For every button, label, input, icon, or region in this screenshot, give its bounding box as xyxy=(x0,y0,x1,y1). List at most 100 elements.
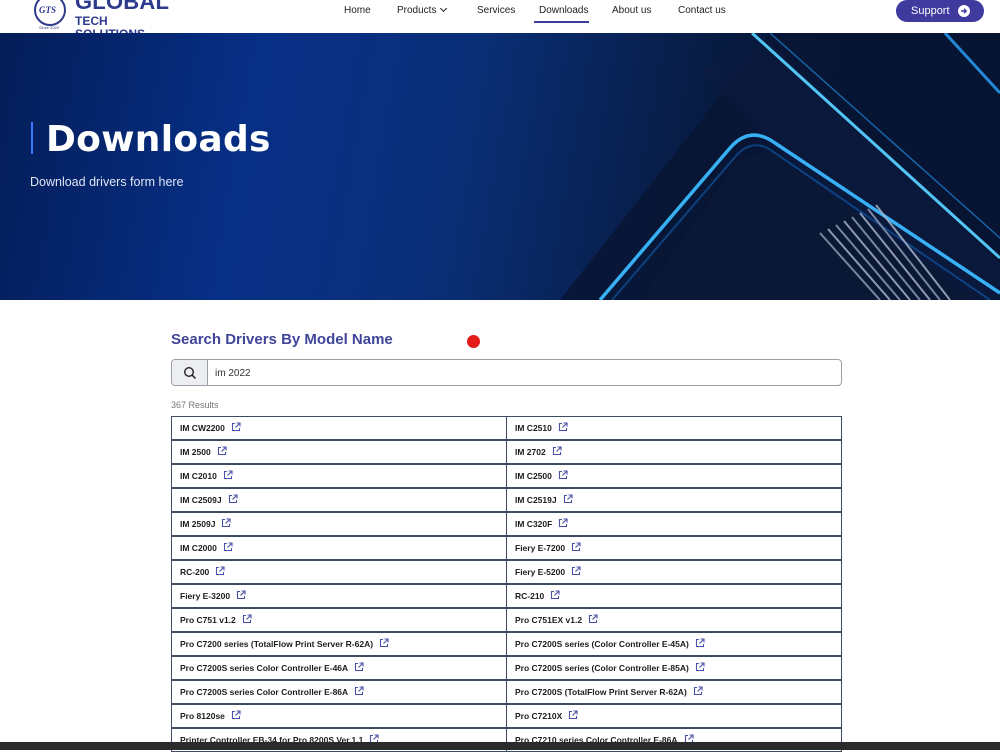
driver-link[interactable]: IM 2702 xyxy=(506,440,842,464)
external-link-icon xyxy=(354,662,364,674)
driver-link[interactable]: Pro C7210X xyxy=(506,704,842,728)
red-dot-marker xyxy=(467,335,480,348)
hero-background-graphic xyxy=(560,33,1000,300)
driver-link[interactable]: IM CW2200 xyxy=(171,416,507,440)
external-link-icon xyxy=(568,710,578,722)
driver-link[interactable]: Pro C7200S series Color Controller E-46A xyxy=(171,656,507,680)
driver-link[interactable]: Pro C7200S series (Color Controller E-45… xyxy=(506,632,842,656)
driver-link[interactable]: Pro C7200S series (Color Controller E-85… xyxy=(506,656,842,680)
driver-link[interactable]: Fiery E-7200 xyxy=(506,536,842,560)
driver-link[interactable]: RC-200 xyxy=(171,560,507,584)
logo-since: Since 2022 xyxy=(39,25,60,30)
arrow-right-circle-icon xyxy=(958,5,970,17)
logo-title: GLOBAL xyxy=(75,0,170,14)
driver-link[interactable]: IM 2509J xyxy=(171,512,507,536)
brand-logo[interactable]: GTS Since 2022 GLOBAL TECH SOLUTIONS xyxy=(34,0,174,41)
driver-model-name: Pro C751 v1.2 xyxy=(180,615,236,625)
driver-link[interactable]: IM C2509J xyxy=(171,488,507,512)
driver-model-name: IM 2702 xyxy=(515,447,546,457)
driver-link[interactable]: Pro C7200S series Color Controller E-86A xyxy=(171,680,507,704)
driver-link[interactable]: IM C2510 xyxy=(506,416,842,440)
driver-model-name: Pro C751EX v1.2 xyxy=(515,615,583,625)
driver-link[interactable]: IM C2500 xyxy=(506,464,842,488)
driver-model-name: RC-200 xyxy=(180,567,210,577)
driver-model-name: IM C2000 xyxy=(180,543,217,553)
page-subtitle: Download drivers form here xyxy=(30,175,184,189)
driver-link[interactable]: Fiery E-3200 xyxy=(171,584,507,608)
driver-link[interactable]: IM C320F xyxy=(506,512,842,536)
driver-model-name: IM C2500 xyxy=(515,471,552,481)
external-link-icon xyxy=(223,542,233,554)
external-link-icon xyxy=(552,446,562,458)
driver-model-name: IM 2509J xyxy=(180,519,216,529)
driver-model-name: Pro C7200S series Color Controller E-46A xyxy=(180,663,349,673)
driver-link[interactable]: IM C2519J xyxy=(506,488,842,512)
driver-model-name: IM CW2200 xyxy=(180,423,225,433)
external-link-icon xyxy=(217,446,227,458)
search-icon xyxy=(183,366,197,380)
driver-link[interactable]: Pro C7200S (TotalFlow Print Server R-62A… xyxy=(506,680,842,704)
driver-model-name: Fiery E-7200 xyxy=(515,543,566,553)
bottom-taskbar xyxy=(0,742,1000,750)
logo-emblem-text: GTS xyxy=(39,5,57,15)
external-link-icon xyxy=(695,662,705,674)
driver-model-name: Pro C7200S series (Color Controller E-85… xyxy=(515,663,689,673)
driver-model-name: Pro C7210X xyxy=(515,711,563,721)
external-link-icon xyxy=(588,614,598,626)
driver-link[interactable]: IM 2500 xyxy=(171,440,507,464)
driver-link[interactable]: Pro C751EX v1.2 xyxy=(506,608,842,632)
driver-link[interactable]: IM C2010 xyxy=(171,464,507,488)
external-link-icon xyxy=(231,422,241,434)
external-link-icon xyxy=(242,614,252,626)
hero-accent-bar xyxy=(31,122,33,154)
page-title: Downloads xyxy=(46,119,271,160)
driver-link[interactable]: Pro 8120se xyxy=(171,704,507,728)
support-label: Support xyxy=(911,5,950,17)
external-link-icon xyxy=(221,518,232,530)
driver-link[interactable]: IM C2000 xyxy=(171,536,507,560)
external-link-icon xyxy=(215,566,225,578)
driver-model-name: IM C320F xyxy=(515,519,553,529)
driver-model-name: Pro C7200 series (TotalFlow Print Server… xyxy=(180,639,374,649)
driver-model-name: IM C2519J xyxy=(515,495,557,505)
nav-about-us[interactable]: About us xyxy=(612,5,651,16)
chevron-down-icon xyxy=(440,4,448,13)
external-link-icon xyxy=(571,542,581,554)
driver-model-name: IM C2010 xyxy=(180,471,217,481)
driver-model-name: Fiery E-5200 xyxy=(515,567,566,577)
driver-model-name: Pro C7200S (TotalFlow Print Server R-62A… xyxy=(515,687,687,697)
nav-contact-us[interactable]: Contact us xyxy=(678,5,726,16)
external-link-icon xyxy=(223,470,233,482)
logo-emblem: GTS xyxy=(34,0,66,26)
driver-model-name: Pro 8120se xyxy=(180,711,225,721)
nav-services[interactable]: Services xyxy=(477,5,515,16)
nav-home[interactable]: Home xyxy=(344,5,371,16)
driver-model-name: Pro C7200S series (Color Controller E-45… xyxy=(515,639,689,649)
external-link-icon xyxy=(236,590,246,602)
driver-model-name: IM C2509J xyxy=(180,495,222,505)
search-box xyxy=(171,359,842,386)
hero-banner: Downloads Download drivers form here xyxy=(0,33,1000,300)
external-link-icon xyxy=(693,686,703,698)
external-link-icon xyxy=(354,686,364,698)
external-link-icon xyxy=(695,638,705,650)
nav-products[interactable]: Products xyxy=(397,4,448,16)
support-button[interactable]: Support xyxy=(896,0,984,22)
external-link-icon xyxy=(379,638,389,650)
driver-model-name: RC-210 xyxy=(515,591,545,601)
nav-downloads[interactable]: Downloads xyxy=(539,5,588,16)
driver-link[interactable]: Fiery E-5200 xyxy=(506,560,842,584)
external-link-icon xyxy=(571,566,581,578)
external-link-icon xyxy=(558,422,568,434)
results-count: 367 Results xyxy=(171,400,219,410)
search-icon-button[interactable] xyxy=(172,360,208,385)
external-link-icon xyxy=(231,710,241,722)
search-input[interactable] xyxy=(215,365,815,381)
external-link-icon xyxy=(558,470,568,482)
external-link-icon xyxy=(228,494,238,506)
driver-link[interactable]: Pro C7200 series (TotalFlow Print Server… xyxy=(171,632,507,656)
driver-link[interactable]: RC-210 xyxy=(506,584,842,608)
nav-products-label: Products xyxy=(397,5,437,16)
driver-model-name: Pro C7200S series Color Controller E-86A xyxy=(180,687,349,697)
driver-link[interactable]: Pro C751 v1.2 xyxy=(171,608,507,632)
